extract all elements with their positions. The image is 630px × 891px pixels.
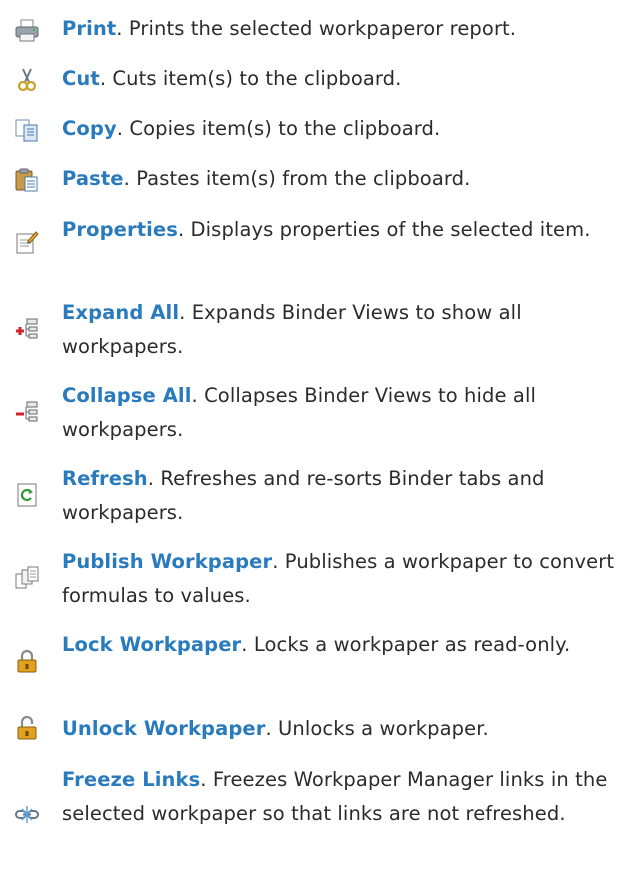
scissors-icon (14, 67, 40, 93)
list-item-text: Cut. Cuts item(s) to the clipboard. (62, 62, 618, 96)
freeze-links-icon (14, 802, 40, 828)
list-item-text: Freeze Links. Freezes Workpaper Manager … (62, 763, 618, 831)
paste-icon (14, 167, 40, 193)
description-properties: . Displays properties of the selected it… (177, 218, 591, 241)
list-item-text: Collapse All. Collapses Binder Views to … (62, 379, 618, 447)
term-lock-workpaper: Lock Workpaper (62, 633, 242, 656)
printer-icon (14, 18, 40, 44)
term-freeze-links: Freeze Links (62, 768, 201, 791)
term-paste: Paste (62, 167, 124, 190)
properties-icon (14, 229, 40, 255)
term-refresh: Refresh (62, 467, 148, 490)
term-properties: Properties (62, 218, 178, 241)
description-cut: . Cuts item(s) to the clipboard. (99, 67, 402, 90)
list-item-text: Unlock Workpaper. Unlocks a workpaper. (62, 712, 618, 746)
expand-all-icon (14, 316, 40, 342)
collapse-all-icon (14, 399, 40, 425)
publish-icon (14, 565, 40, 591)
term-unlock-workpaper: Unlock Workpaper (62, 717, 266, 740)
unlock-icon (14, 715, 40, 741)
description-paste: . Pastes item(s) from the clipboard. (123, 167, 471, 190)
term-publish-workpaper: Publish Workpaper (62, 550, 273, 573)
lock-icon (14, 648, 40, 674)
list-item-text: Copy. Copies item(s) to the clipboard. (62, 112, 618, 146)
list-item-text: Expand All. Expands Binder Views to show… (62, 296, 618, 364)
list-item-text: Print. Prints the selected workpaperor r… (62, 12, 618, 46)
list-item-text: Paste. Pastes item(s) from the clipboard… (62, 162, 618, 196)
description-unlock-workpaper: . Unlocks a workpaper. (265, 717, 489, 740)
refresh-icon (14, 482, 40, 508)
list-item-text: Properties. Displays properties of the s… (62, 213, 618, 247)
list-item-text: Lock Workpaper. Locks a workpaper as rea… (62, 628, 618, 662)
copy-icon (14, 117, 40, 143)
term-print: Print (62, 17, 117, 40)
description-lock-workpaper: . Locks a workpaper as read-only. (241, 633, 571, 656)
list-item-text: Publish Workpaper. Publishes a workpaper… (62, 545, 618, 613)
description-print: . Prints the selected workpaperor report… (116, 17, 517, 40)
description-copy: . Copies item(s) to the clipboard. (116, 117, 441, 140)
term-collapse-all: Collapse All (62, 384, 192, 407)
term-copy: Copy (62, 117, 117, 140)
term-expand-all: Expand All (62, 301, 180, 324)
list-item-text: Refresh. Refreshes and re-sorts Binder t… (62, 462, 618, 530)
term-cut: Cut (62, 67, 100, 90)
